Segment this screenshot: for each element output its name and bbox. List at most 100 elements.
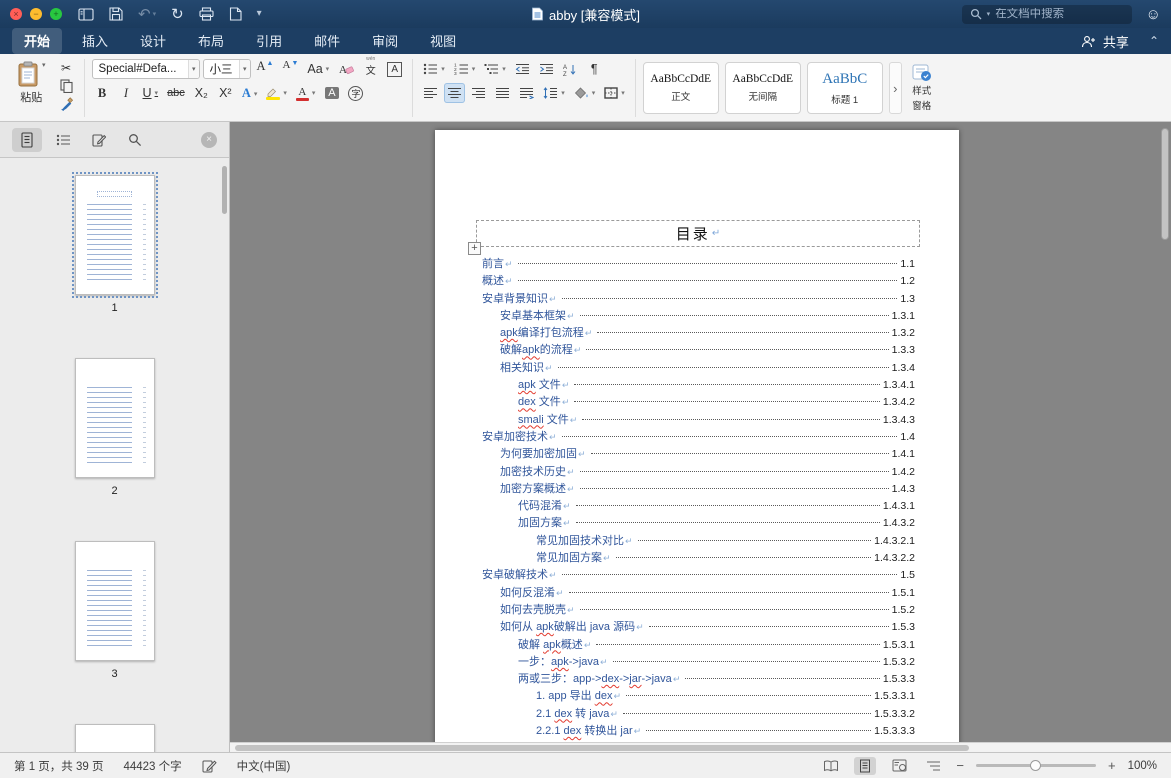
tab-插入[interactable]: 插入 <box>70 28 120 54</box>
styles-more-button[interactable]: › <box>888 62 902 114</box>
character-border-button[interactable]: A <box>384 59 405 79</box>
multilevel-list-button[interactable] <box>481 59 509 79</box>
toc-entry[interactable]: 2.1 dex 转 java ↵ 1.5.3.3.2 <box>482 706 915 723</box>
outline-view-button[interactable] <box>922 757 944 775</box>
search-scope-chevron-icon[interactable]: ▾ <box>987 10 991 18</box>
style-card-2[interactable]: AaBbCcDdE 无间隔 <box>724 62 801 114</box>
page-thumbnail-2[interactable]: 2 <box>0 358 229 497</box>
text-effects-button[interactable]: A <box>239 83 261 103</box>
paste-button[interactable]: ▾ 粘贴 <box>13 59 50 107</box>
tab-邮件[interactable]: 邮件 <box>302 28 352 54</box>
tab-设计[interactable]: 设计 <box>128 28 178 54</box>
line-spacing-button[interactable] <box>540 83 568 103</box>
toc-entry[interactable]: 安卓基本框架 ↵ 1.3.1 <box>482 308 915 325</box>
zoom-out-button[interactable]: − <box>956 758 964 773</box>
toc-entry[interactable]: 2.2.1 dex 转换出 jar ↵ 1.5.3.3.3 <box>482 723 915 740</box>
toc-entry[interactable]: 一步：apk->java ↵ 1.5.3.2 <box>482 654 915 671</box>
font-color-button[interactable]: A <box>293 83 319 103</box>
clear-formatting-button[interactable]: A <box>335 59 357 79</box>
subscript-button[interactable]: X₂ <box>191 83 212 103</box>
justify-button[interactable] <box>492 83 513 103</box>
toc-entry[interactable]: 前言 ↵ 1.1 <box>482 256 915 273</box>
print-icon[interactable] <box>199 7 214 21</box>
toc-entry[interactable]: 加密技术历史 ↵ 1.4.2 <box>482 464 915 481</box>
style-pane-button[interactable]: 样式 窗格 <box>908 64 936 112</box>
font-size-combo[interactable]: 小三 ▾ <box>202 59 251 79</box>
undo-icon[interactable]: ↶ ▾ <box>138 7 156 22</box>
numbering-button[interactable]: 123 <box>451 59 479 79</box>
decrease-indent-button[interactable] <box>512 59 533 79</box>
close-window-button[interactable] <box>10 8 22 20</box>
font-size-dropdown-icon[interactable]: ▾ <box>239 60 250 78</box>
font-name-combo[interactable]: Special#Defa... ▾ <box>91 59 200 79</box>
character-shading-button[interactable]: A <box>321 83 342 103</box>
headings-pane-tab[interactable] <box>48 128 78 152</box>
feedback-smiley-icon[interactable]: ☺ <box>1146 7 1161 22</box>
page-thumbnail-3[interactable]: 3 <box>0 541 229 680</box>
toc-entry[interactable]: 代码混淆 ↵ 1.4.3.1 <box>482 498 915 515</box>
show-paragraph-marks-button[interactable]: ¶ <box>584 59 605 79</box>
toc-entry[interactable]: 为何要加密加固 ↵ 1.4.1 <box>482 446 915 463</box>
zoom-slider-knob[interactable] <box>1029 760 1041 771</box>
toc-entry[interactable]: 安卓破解技术 ↵ 1.5 <box>482 567 915 584</box>
tab-引用[interactable]: 引用 <box>244 28 294 54</box>
align-left-button[interactable] <box>420 83 441 103</box>
vertical-scrollbar-thumb[interactable] <box>1161 128 1169 240</box>
superscript-button[interactable]: X² <box>215 83 236 103</box>
tab-布局[interactable]: 布局 <box>186 28 236 54</box>
close-sidebar-button[interactable]: × <box>201 131 217 148</box>
page-thumbnail-4[interactable]: 4 <box>0 724 229 752</box>
toc-entry[interactable]: 常见加固方案 ↵ 1.4.3.2.2 <box>482 550 915 567</box>
tab-视图[interactable]: 视图 <box>418 28 468 54</box>
sidebar-toggle-icon[interactable] <box>78 7 94 21</box>
zoom-in-button[interactable]: + <box>1108 758 1116 773</box>
toc-entry[interactable]: smali 文件 ↵ 1.3.4.3 <box>482 412 915 429</box>
toc-entry[interactable]: dex 文件 ↵ 1.3.4.2 <box>482 394 915 411</box>
tab-开始[interactable]: 开始 <box>12 28 63 54</box>
toc-entry[interactable]: 相关知识 ↵ 1.3.4 <box>482 360 915 377</box>
new-document-icon[interactable] <box>229 7 242 21</box>
share-button[interactable]: 共享 <box>1081 32 1129 51</box>
toc-entry[interactable]: 两或三步：app->dex->jar->java ↵ 1.5.3.3 <box>482 671 915 688</box>
document-search-box[interactable]: ▾ <box>961 4 1132 24</box>
vertical-scrollbar[interactable] <box>1159 122 1171 742</box>
toc-entry[interactable]: 加固方案 ↵ 1.4.3.2 <box>482 515 915 532</box>
thumbnails-pane-tab[interactable] <box>12 127 42 152</box>
shrink-font-button[interactable]: A ▼ <box>279 59 301 79</box>
bullets-button[interactable] <box>420 59 448 79</box>
proofing-status-icon[interactable] <box>202 759 217 773</box>
toc-entry[interactable]: 如何从 apk破解出 java 源码 ↵ 1.5.3 <box>482 619 915 636</box>
format-painter-button[interactable] <box>56 95 77 112</box>
underline-button[interactable]: U <box>140 83 162 103</box>
grow-font-button[interactable]: A ▲ <box>254 59 277 79</box>
minimize-window-button[interactable] <box>30 8 42 20</box>
strikethrough-button[interactable]: abc <box>164 83 188 103</box>
highlight-button[interactable] <box>263 83 290 103</box>
enclose-characters-button[interactable]: 字 <box>345 83 366 103</box>
toc-entry[interactable]: 常见加固技术对比 ↵ 1.4.3.2.1 <box>482 533 915 550</box>
toc-entry[interactable]: 如何反混淆 ↵ 1.5.1 <box>482 585 915 602</box>
toc-entry[interactable]: apk编译打包流程 ↵ 1.3.2 <box>482 325 915 342</box>
toc-entry[interactable]: 1. app 导出 dex ↵ 1.5.3.3.1 <box>482 688 915 705</box>
toc-entry[interactable]: 安卓背景知识 ↵ 1.3 <box>482 291 915 308</box>
italic-button[interactable]: I <box>116 83 137 103</box>
distribute-text-button[interactable] <box>516 83 537 103</box>
search-input[interactable] <box>995 8 1114 20</box>
page-thumbnail-1[interactable]: 1 <box>0 172 229 314</box>
page-indicator[interactable]: 第 1 页，共 39 页 <box>14 758 103 774</box>
toc-title-box[interactable]: 目录 ↵ <box>476 220 920 247</box>
horizontal-scrollbar-thumb[interactable] <box>235 745 969 751</box>
copy-button[interactable] <box>56 77 77 94</box>
zoom-slider[interactable] <box>975 760 1096 771</box>
style-card-1[interactable]: AaBbCcDdE 正文 <box>642 62 719 114</box>
sort-button[interactable]: AZ <box>560 59 581 79</box>
toc-entry[interactable]: 如何去壳脱壳 ↵ 1.5.2 <box>482 602 915 619</box>
word-count[interactable]: 44423 个字 <box>123 758 181 774</box>
style-card-3[interactable]: AaBbC 标题 1 <box>806 62 883 114</box>
font-name-dropdown-icon[interactable]: ▾ <box>188 60 199 78</box>
increase-indent-button[interactable] <box>536 59 557 79</box>
toc-entry[interactable]: 加密方案概述 ↵ 1.4.3 <box>482 481 915 498</box>
find-pane-tab[interactable] <box>120 128 150 152</box>
borders-button[interactable] <box>601 83 628 103</box>
toc-entry[interactable]: 破解apk的流程 ↵ 1.3.3 <box>482 342 915 359</box>
